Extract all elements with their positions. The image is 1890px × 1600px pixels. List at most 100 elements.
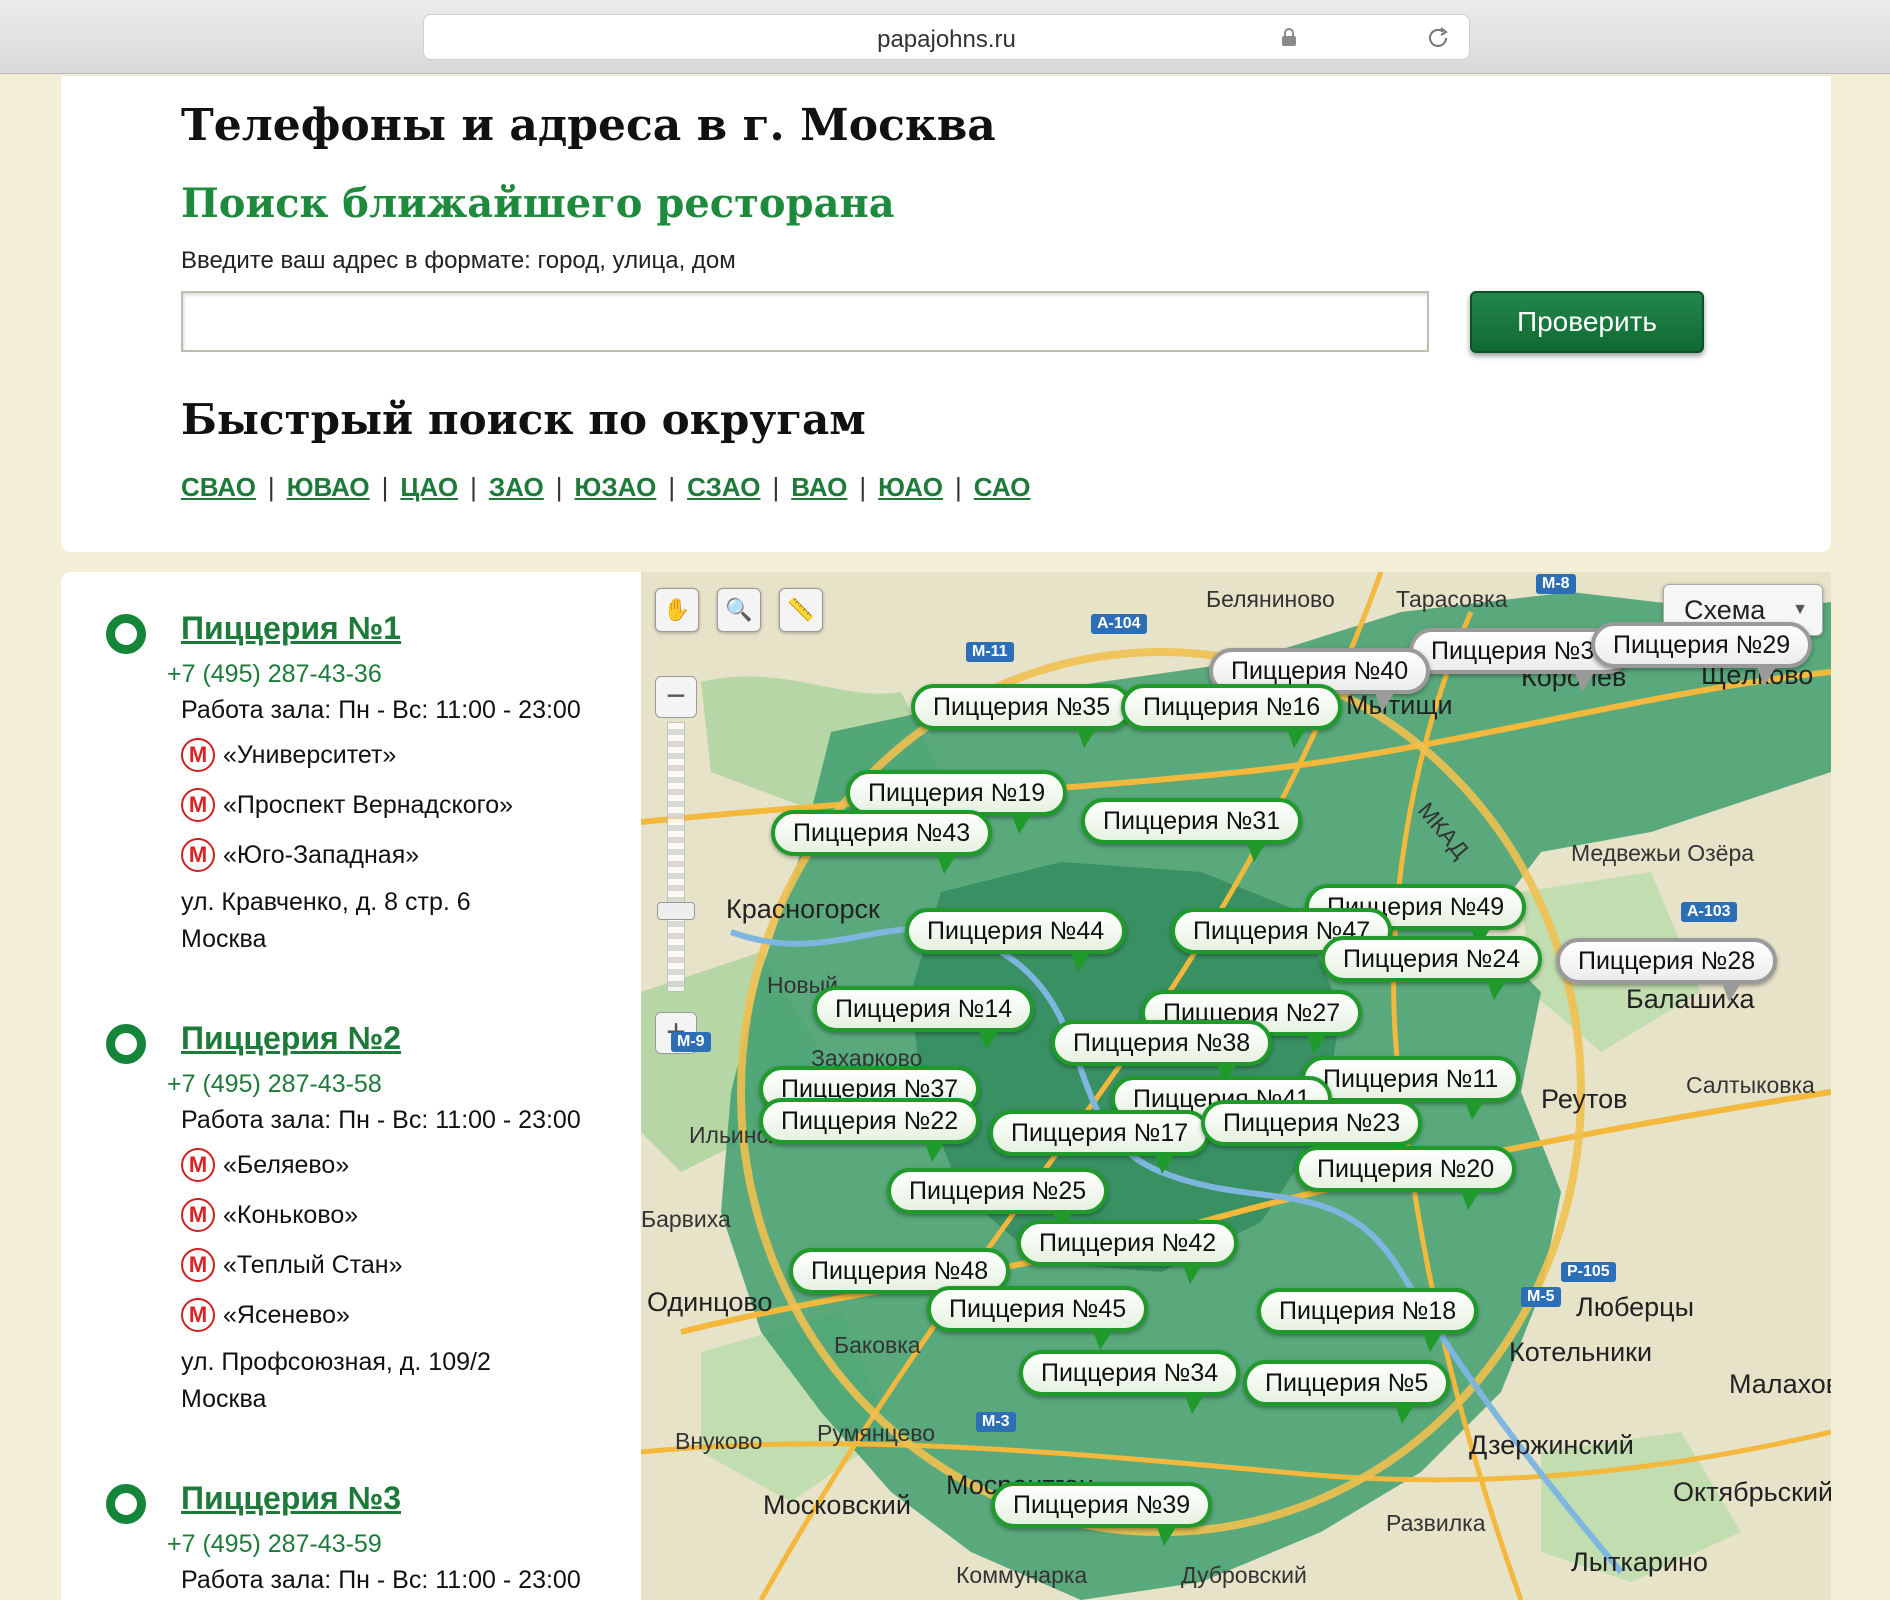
metro-icon: M: [181, 838, 215, 872]
map-place-label: Котельники: [1509, 1337, 1653, 1367]
address-bar[interactable]: papajohns.ru: [423, 14, 1470, 60]
restaurant-title[interactable]: Пиццерия №3: [181, 1480, 401, 1517]
road-badge: М-3: [976, 1412, 1016, 1432]
restaurant-hours: Работа зала: Пн - Вс: 11:00 - 23:00: [181, 1106, 581, 1134]
map-marker[interactable]: Пиццерия №42: [1017, 1220, 1239, 1284]
check-button[interactable]: Проверить: [1470, 291, 1704, 353]
map-marker[interactable]: Пиццерия №23: [1201, 1100, 1423, 1164]
page-title: Телефоны и адреса в г. Москва: [181, 100, 996, 151]
map-place-label: Медвежьи Озёра: [1571, 840, 1755, 866]
map-marker[interactable]: Пиццерия №17: [989, 1110, 1211, 1174]
ruler-tool-button[interactable]: 📏: [779, 588, 823, 632]
metro-icon: M: [181, 738, 215, 772]
road-badge: А-103: [1681, 902, 1737, 922]
map-marker[interactable]: Пиццерия №14: [813, 986, 1035, 1050]
map-place-label: Октябрьский: [1673, 1477, 1831, 1507]
map-place-label: Салтыковка: [1686, 1072, 1815, 1098]
quick-search-title: Быстрый поиск по округам: [181, 395, 866, 444]
metro-icon: M: [181, 1148, 215, 1182]
map-marker[interactable]: Пиццерия №31: [1081, 798, 1303, 862]
map-place-label: Дзержинский: [1469, 1430, 1634, 1460]
metro-icon: M: [181, 1198, 215, 1232]
magnifier-tool-button[interactable]: 🔍: [717, 588, 761, 632]
map-marker[interactable]: Пиццерия №45: [927, 1286, 1149, 1350]
map-marker[interactable]: Пиццерия №44: [905, 908, 1127, 972]
browser-toolbar: papajohns.ru: [0, 0, 1890, 74]
district-links: СВАО | ЮВАО | ЦАО | ЗАО | ЮЗАО | СЗАО | ВАО | ЮАО | САО: [181, 472, 1031, 502]
url-text: papajohns.ru: [877, 26, 1016, 53]
search-hint: Введите ваш адрес в формате: город, улиц…: [181, 247, 736, 274]
map-marker[interactable]: Пиццерия №29: [1591, 622, 1813, 686]
district-link-yuvao[interactable]: ЮВАО: [287, 472, 370, 502]
map-place-label: Московский: [763, 1490, 911, 1520]
district-link-szao[interactable]: СЗАО: [687, 472, 760, 502]
district-link-yuao[interactable]: ЮАО: [878, 472, 943, 502]
map-place-label: Коммунарка: [956, 1562, 1088, 1588]
map-marker[interactable]: Пиццерия №16: [1121, 684, 1343, 748]
map-place-label: Красногорск: [726, 894, 880, 924]
map-place-label: Малаховка: [1729, 1369, 1831, 1399]
map-marker[interactable]: Пиццерия №34: [1019, 1350, 1241, 1414]
restaurant-title[interactable]: Пиццерия №2: [181, 1020, 401, 1057]
map-place-label: Барвиха: [641, 1206, 731, 1232]
search-title: Поиск ближайшего ресторана: [181, 180, 895, 227]
restaurant-list: Пиццерия №1 +7 (495) 287-43-36 Работа за…: [61, 572, 641, 1600]
metro-icon: M: [181, 788, 215, 822]
restaurant-phone: +7 (495) 287-43-59: [167, 1530, 382, 1558]
district-link-svao[interactable]: СВАО: [181, 472, 256, 502]
map-place-label: Беляниново: [1206, 586, 1335, 612]
map-place-label: Развилка: [1386, 1510, 1486, 1536]
map-marker[interactable]: Пиццерия №22: [759, 1098, 981, 1162]
road-badge: М-9: [671, 1032, 711, 1052]
road-badge: М-5: [1521, 1287, 1561, 1307]
metro-station: M «Ясенево»: [181, 1298, 350, 1332]
location-ring-icon: [106, 1484, 146, 1524]
map-marker[interactable]: Пиццерия №11: [1301, 1056, 1521, 1120]
map-marker[interactable]: Пиццерия №38: [1051, 1020, 1273, 1084]
metro-station: M «Беляево»: [181, 1148, 349, 1182]
map-marker[interactable]: Пиццерия №25: [887, 1168, 1109, 1232]
restaurant-title[interactable]: Пиццерия №1: [181, 610, 401, 647]
zoom-slider-thumb[interactable]: [657, 902, 695, 920]
road-badge: М-11: [966, 642, 1014, 662]
map-marker[interactable]: Пиццерия №28: [1556, 938, 1778, 1002]
zoom-slider[interactable]: [667, 722, 685, 992]
road-badge: Р-105: [1561, 1262, 1616, 1282]
district-link-zao[interactable]: ЗАО: [489, 472, 544, 502]
metro-station: M «Юго-Западная»: [181, 838, 419, 872]
map-place-label: Баковка: [834, 1332, 921, 1358]
map-place-label: Люберцы: [1576, 1292, 1695, 1322]
metro-station: M «Теплый Стан»: [181, 1248, 403, 1282]
district-link-yuzao[interactable]: ЮЗАО: [575, 472, 657, 502]
metro-station: M «Университет»: [181, 738, 396, 772]
district-link-cao[interactable]: ЦАО: [400, 472, 458, 502]
map-marker[interactable]: Пиццерия №18: [1257, 1288, 1479, 1352]
metro-icon: M: [181, 1248, 215, 1282]
map-marker[interactable]: Пиццерия №43: [771, 810, 993, 874]
district-link-vao[interactable]: ВАО: [791, 472, 847, 502]
map-place-label: Дубровский: [1181, 1562, 1307, 1588]
map-place-label: Румянцево: [817, 1420, 936, 1446]
map-marker[interactable]: Пиццерия №5: [1243, 1360, 1451, 1424]
road-badge: М-8: [1536, 574, 1576, 594]
map[interactable]: ✋ 🔍 📏 − + Схема▼ А-104 М-11 М-8 А-103 М-…: [641, 572, 1831, 1600]
hand-tool-button[interactable]: ✋: [655, 588, 699, 632]
restaurant-address: ул. Кравченко, д. 8 стр. 6 Москва: [181, 888, 471, 953]
map-place-label: Реутов: [1541, 1084, 1628, 1114]
map-place-label: Лыткарино: [1571, 1547, 1708, 1577]
restaurant-phone: +7 (495) 287-43-36: [167, 660, 382, 688]
map-marker[interactable]: Пиццерия №20: [1295, 1146, 1517, 1210]
zoom-out-button[interactable]: −: [655, 676, 697, 718]
map-place-label: Одинцово: [647, 1287, 773, 1317]
district-link-sao[interactable]: САО: [974, 472, 1031, 502]
reload-icon[interactable]: [1425, 25, 1451, 51]
map-marker[interactable]: Пиццерия №39: [991, 1482, 1213, 1546]
map-marker[interactable]: Пиццерия №35: [911, 684, 1133, 748]
address-input[interactable]: [181, 291, 1429, 352]
metro-station: M «Коньково»: [181, 1198, 358, 1232]
map-marker[interactable]: Пиццерия №24: [1321, 936, 1543, 1000]
restaurant-hours: Работа зала: Пн - Вс: 11:00 - 23:00: [181, 1566, 581, 1594]
restaurant-phone: +7 (495) 287-43-58: [167, 1070, 382, 1098]
location-ring-icon: [106, 614, 146, 654]
restaurant-hours: Работа зала: Пн - Вс: 11:00 - 23:00: [181, 696, 581, 724]
